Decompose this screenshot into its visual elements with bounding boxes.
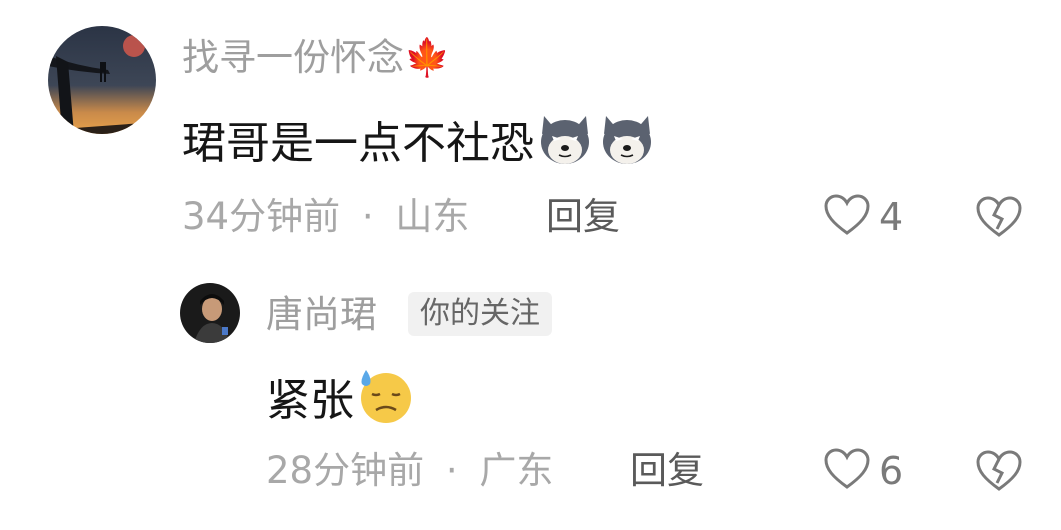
broken-heart-icon [975,450,1023,497]
like-button[interactable]: 4 [823,190,903,244]
separator: · [361,195,374,238]
like-count: 6 [879,449,904,493]
comment-text-body: 珺哥是一点不社恐 [182,118,534,169]
username[interactable]: 唐尚珺 [266,290,377,340]
husky-doge-emoji [534,108,596,184]
like-button[interactable]: 6 [823,444,903,498]
comment-text: 珺哥是一点不社恐 [182,108,658,184]
husky-doge-emoji [596,108,658,184]
dislike-button[interactable] [975,449,1023,497]
broken-heart-icon [975,196,1023,243]
username[interactable]: 找寻一份怀念🍁 [182,33,450,83]
location: 山东 [395,195,470,238]
reply-button[interactable]: 回复 [546,192,620,242]
comment-text: 紧张 [266,366,414,440]
comment-text-body: 紧张 [266,375,354,426]
reply-button[interactable]: 回复 [630,446,704,496]
avatar[interactable] [180,283,240,343]
comment-meta: 34分钟前 · 山东 [182,192,469,242]
like-count: 4 [879,195,904,239]
heart-outline-icon [823,447,871,495]
following-badge: 你的关注 [408,292,552,336]
heart-outline-icon [823,193,871,241]
sweat-face-emoji [354,366,414,440]
location: 广东 [479,449,554,492]
separator: · [445,449,458,492]
avatar[interactable] [48,26,156,134]
timestamp: 34分钟前 [182,195,341,238]
timestamp: 28分钟前 [266,449,425,492]
dislike-button[interactable] [975,195,1023,243]
comment-meta: 28分钟前 · 广东 [266,446,553,496]
